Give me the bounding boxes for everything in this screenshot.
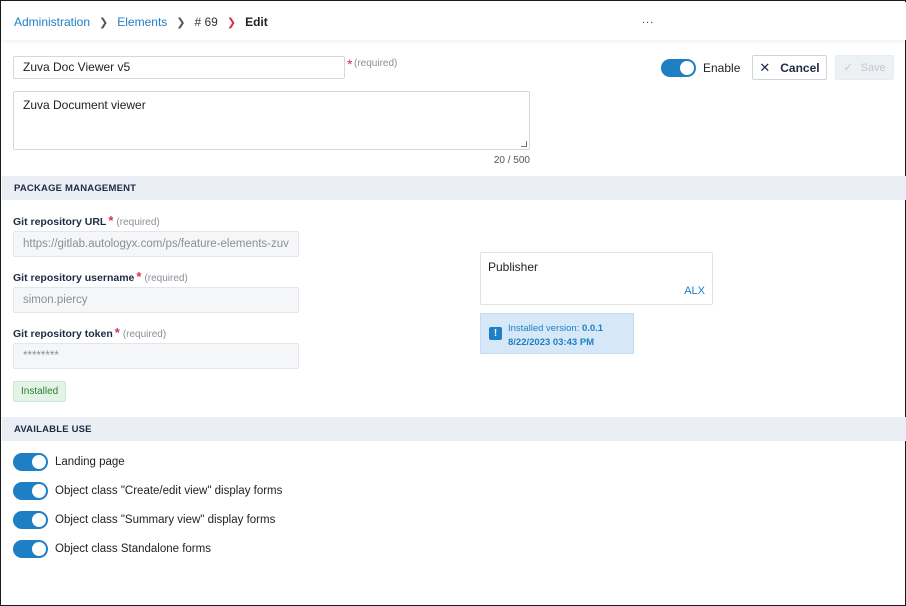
summary-view-toggle[interactable]	[13, 511, 48, 529]
toggle-knob	[32, 455, 46, 469]
installed-badge: Installed	[13, 381, 67, 402]
required-note: (required)	[144, 273, 188, 284]
required-asterisk: *	[114, 325, 120, 340]
label-text: Git repository URL	[13, 216, 107, 228]
section-title: AVAILABLE USE	[14, 424, 92, 435]
description-text: Zuva Document viewer	[23, 98, 146, 112]
required-asterisk: *	[108, 213, 114, 228]
publisher-label: Publisher	[488, 260, 539, 274]
git-token-input[interactable]: ********	[13, 343, 299, 369]
breadcrumb-record[interactable]: # 69	[195, 15, 218, 29]
app-window: Administration ❯ Elements ❯ # 69 ❯ Edit …	[0, 0, 906, 606]
info-prefix: Installed version:	[508, 323, 580, 334]
check-icon: ✓	[843, 62, 853, 74]
installed-date: 8/22/2023 03:43 PM	[508, 337, 595, 348]
use-label: Object class "Summary view" display form…	[55, 514, 276, 526]
save-button[interactable]: ✓ Save	[835, 55, 894, 80]
enable-toggle[interactable]	[661, 59, 696, 77]
enable-label: Enable	[703, 61, 741, 75]
chevron-right-icon: ❯	[99, 16, 109, 29]
use-label: Object class Standalone forms	[55, 543, 211, 555]
resize-handle-icon[interactable]	[521, 141, 527, 147]
close-icon: ✕	[759, 59, 771, 75]
use-row-summary-view: Object class "Summary view" display form…	[13, 511, 275, 529]
description-textarea[interactable]: Zuva Document viewer	[13, 91, 530, 150]
breadcrumb-current: Edit	[245, 15, 268, 29]
package-management-header: PACKAGE MANAGEMENT	[2, 176, 906, 200]
git-username-label: Git repository username * (required)	[13, 269, 188, 284]
required-note: (required)	[116, 217, 160, 228]
use-label: Object class "Create/edit view" display …	[55, 485, 283, 497]
use-row-standalone-forms: Object class Standalone forms	[13, 540, 211, 558]
chevron-right-icon: ❯	[176, 16, 186, 29]
label-text: Git repository token	[13, 328, 113, 340]
section-title: PACKAGE MANAGEMENT	[14, 183, 137, 194]
character-counter: 20 / 500	[493, 155, 530, 166]
required-asterisk: *	[347, 56, 353, 72]
available-use-header: AVAILABLE USE	[2, 417, 906, 441]
git-token-label: Git repository token * (required)	[13, 325, 166, 340]
toggle-knob	[32, 484, 46, 498]
info-icon: !	[489, 327, 502, 340]
toggle-knob	[32, 542, 46, 556]
use-label: Landing page	[55, 456, 125, 468]
installed-version-line: Installed version: 0.0.1	[508, 323, 603, 334]
required-asterisk: *	[136, 269, 142, 284]
toggle-knob	[32, 513, 46, 527]
more-options-icon[interactable]: ...	[642, 14, 654, 26]
header-bar: Administration ❯ Elements ❯ # 69 ❯ Edit …	[2, 2, 906, 40]
git-url-label: Git repository URL * (required)	[13, 213, 160, 228]
git-username-input[interactable]: simon.piercy	[13, 287, 299, 313]
landing-page-toggle[interactable]	[13, 453, 48, 471]
label-text: Git repository username	[13, 272, 135, 284]
create-edit-view-toggle[interactable]	[13, 482, 48, 500]
breadcrumb-elements[interactable]: Elements	[117, 15, 167, 29]
publisher-value[interactable]: ALX	[684, 285, 705, 297]
cancel-button[interactable]: ✕ Cancel	[752, 55, 827, 80]
breadcrumb: Administration ❯ Elements ❯ # 69 ❯ Edit	[14, 15, 268, 29]
breadcrumb-administration[interactable]: Administration	[14, 15, 90, 29]
git-url-input[interactable]: https://gitlab.autologyx.com/ps/feature-…	[13, 231, 299, 257]
chevron-right-icon: ❯	[226, 16, 237, 29]
toggle-knob	[680, 61, 694, 75]
standalone-forms-toggle[interactable]	[13, 540, 48, 558]
publisher-field: Publisher ALX	[480, 252, 713, 305]
installed-version-info: ! Installed version: 0.0.1 8/22/2023 03:…	[480, 313, 634, 354]
required-note: (required)	[122, 329, 167, 340]
use-row-landing-page: Landing page	[13, 453, 125, 471]
element-name-input[interactable]: Zuva Doc Viewer v5	[13, 56, 345, 79]
info-version: 0.0.1	[581, 323, 604, 334]
save-button-label: Save	[860, 61, 886, 74]
use-row-create-edit-view: Object class "Create/edit view" display …	[13, 482, 282, 500]
required-note: (required)	[354, 58, 398, 69]
cancel-button-label: Cancel	[780, 60, 820, 75]
